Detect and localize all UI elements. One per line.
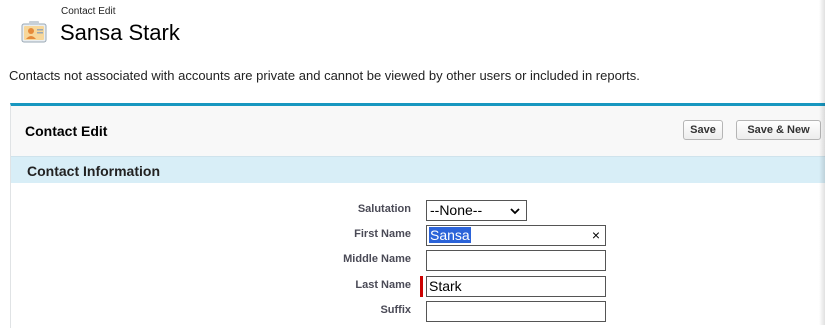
suffix-input[interactable]	[426, 301, 606, 322]
save-and-new-button[interactable]: Save & New	[736, 120, 821, 140]
privacy-notice: Contacts not associated with accounts ar…	[9, 68, 640, 83]
panel-header: Contact Edit Save Save & New	[11, 106, 825, 154]
first-name-value: Sansa	[429, 227, 471, 243]
salutation-label: Salutation	[357, 203, 411, 215]
section-title: Contact Information	[27, 163, 160, 179]
suffix-label: Suffix	[380, 304, 411, 316]
first-name-input[interactable]: Sansa ×	[426, 225, 606, 246]
chevron-down-icon	[510, 208, 520, 215]
middle-name-row: Middle Name	[11, 248, 825, 272]
salutation-select[interactable]: --None--	[426, 200, 527, 221]
middle-name-input[interactable]	[426, 250, 606, 271]
window-edge-shadow	[819, 0, 825, 325]
contact-edit-panel: Contact Edit Save Save & New Contact Inf…	[10, 103, 825, 328]
page-subtitle: Contact Edit	[61, 6, 116, 17]
first-name-label: First Name	[354, 228, 411, 240]
contact-card-icon	[21, 21, 47, 43]
panel-title: Contact Edit	[25, 123, 108, 139]
contact-form: Salutation --None-- First Name Sansa × M…	[11, 183, 825, 328]
page-title: Sansa Stark	[60, 20, 180, 45]
last-name-row: Last Name Stark	[11, 274, 825, 298]
section-header-contact-information: Contact Information	[11, 156, 825, 184]
salutation-row: Salutation --None--	[11, 198, 825, 222]
required-indicator	[420, 276, 423, 297]
middle-name-label: Middle Name	[343, 253, 411, 265]
last-name-input[interactable]: Stark	[426, 276, 606, 297]
last-name-label: Last Name	[355, 279, 411, 291]
salutation-value: --None--	[430, 202, 483, 218]
close-icon[interactable]: ×	[592, 226, 600, 245]
save-button[interactable]: Save	[683, 120, 723, 140]
first-name-row: First Name Sansa ×	[11, 223, 825, 247]
suffix-row: Suffix	[11, 299, 825, 323]
